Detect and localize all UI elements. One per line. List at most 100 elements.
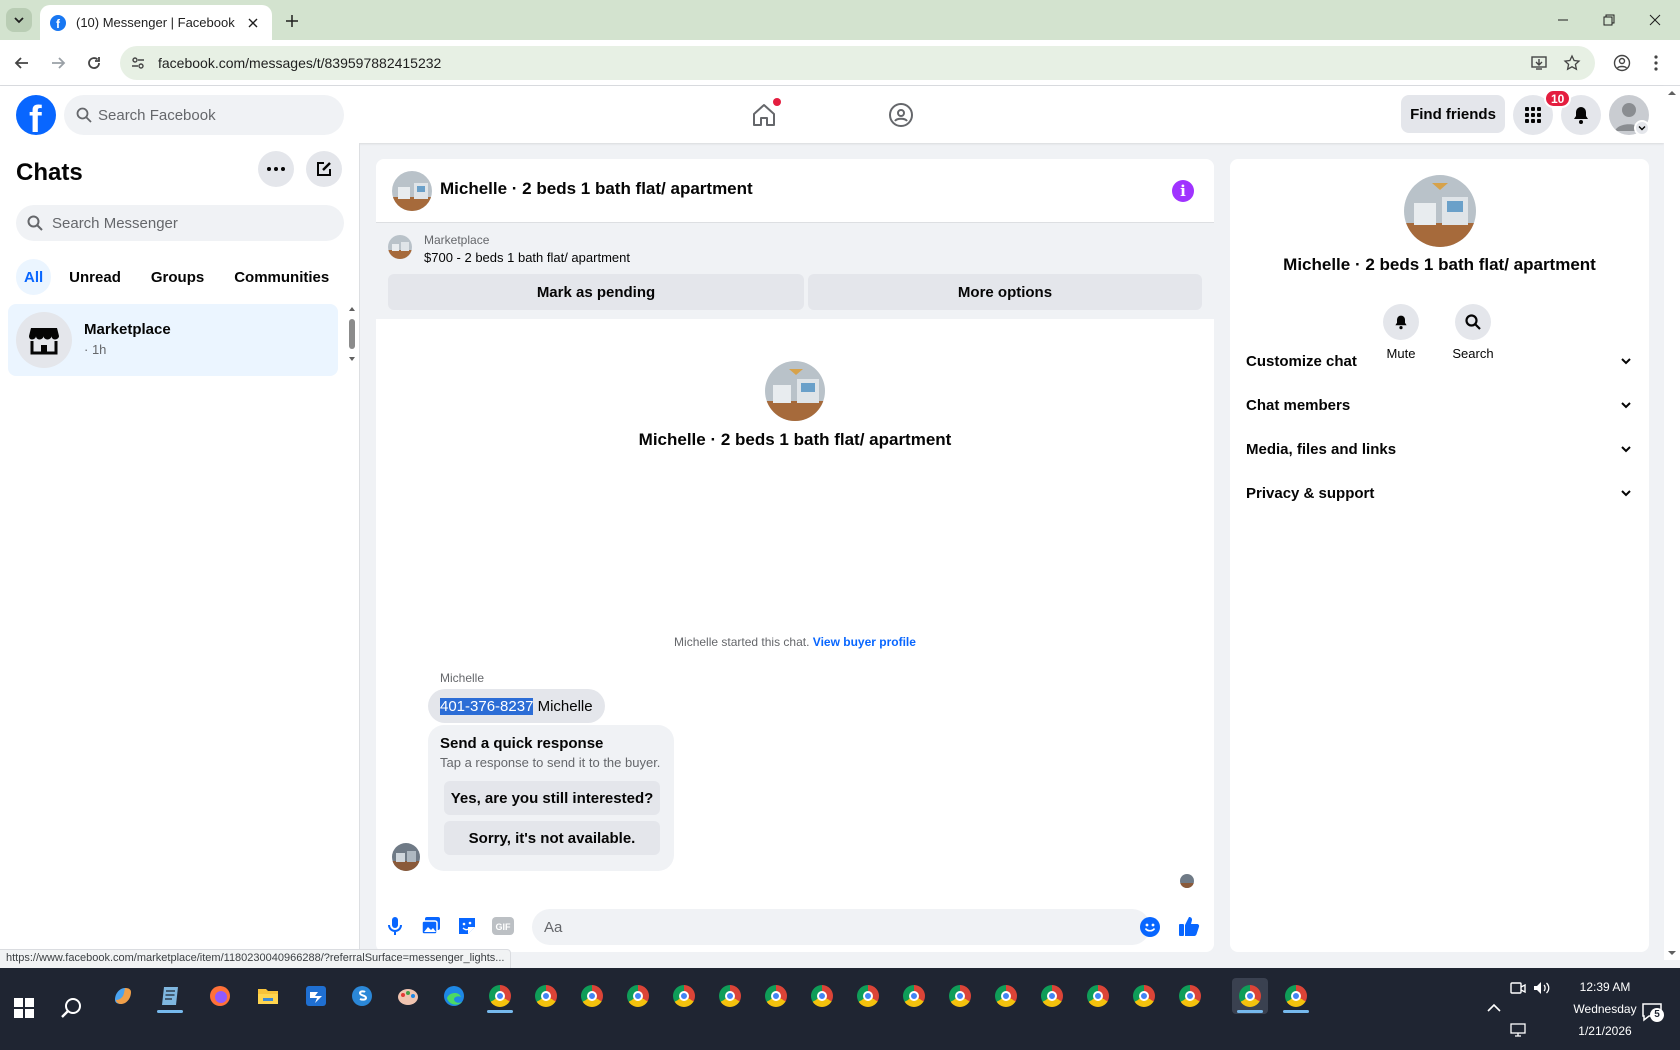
filter-communities[interactable]: Communities: [222, 259, 341, 295]
url-field[interactable]: facebook.com/messages/t/8395978824152​32: [120, 46, 1595, 80]
active-app-indicator: [487, 1010, 513, 1013]
listing-title[interactable]: $700 - 2 beds 1 bath flat/ apartment: [424, 250, 630, 265]
copilot-icon[interactable]: [105, 978, 141, 1014]
restore-icon[interactable]: [1584, 0, 1634, 40]
install-app-icon[interactable]: [1528, 52, 1550, 74]
chrome-icon-focused[interactable]: [1232, 978, 1268, 1014]
link-hover-status-url: https://www.facebook.com/marketplace/ite…: [0, 949, 512, 969]
message-bubble[interactable]: 401-376-8237 Michelle: [428, 689, 605, 723]
browser-tab-messenger[interactable]: f (10) Messenger | Facebook: [40, 5, 272, 40]
skype-icon[interactable]: [344, 978, 380, 1014]
clock-time[interactable]: 12:39 AM: [1560, 980, 1650, 994]
quick-reply-not-available-button[interactable]: Sorry, it's not available.: [444, 821, 660, 855]
messenger-search-input[interactable]: Search Messenger: [16, 205, 344, 241]
view-buyer-profile-link[interactable]: View buyer profile: [813, 635, 916, 649]
listing-thumbnail[interactable]: [388, 235, 412, 259]
photo-attach-icon[interactable]: [420, 915, 442, 937]
sender-avatar[interactable]: [392, 843, 420, 871]
find-friends-button[interactable]: Find friends: [1401, 95, 1505, 133]
microphone-icon[interactable]: [384, 915, 406, 937]
close-tab-icon[interactable]: [244, 14, 262, 32]
chat-list-scrollbar[interactable]: [346, 305, 358, 363]
like-thumb-icon[interactable]: [1178, 915, 1200, 937]
chrome-icon[interactable]: [1126, 978, 1162, 1014]
privacy-support-section[interactable]: Privacy & support: [1246, 473, 1633, 513]
windows-start-icon[interactable]: [6, 990, 42, 1026]
emoji-icon[interactable]: [1140, 917, 1160, 937]
chrome-icon[interactable]: [482, 978, 518, 1014]
page-scrollbar[interactable]: [1664, 86, 1680, 960]
marketplace-store-icon: [16, 312, 72, 368]
facebook-search-placeholder: Search Facebook: [98, 106, 216, 124]
groups-nav-icon[interactable]: [884, 98, 918, 132]
quick-reply-still-interested-button[interactable]: Yes, are you still interested?: [444, 781, 660, 815]
listing-avatar[interactable]: [392, 171, 432, 211]
customize-chat-section[interactable]: Customize chat: [1246, 341, 1633, 381]
filter-unread[interactable]: Unread: [57, 259, 133, 295]
mark-as-pending-button[interactable]: Mark as pending: [388, 274, 804, 310]
chrome-icon[interactable]: [1172, 978, 1208, 1014]
facebook-search-input[interactable]: Search Facebook: [64, 95, 344, 135]
close-window-icon[interactable]: [1630, 0, 1680, 40]
chat-members-section[interactable]: Chat members: [1246, 385, 1633, 425]
edge-icon[interactable]: [436, 978, 472, 1014]
facebook-logo-icon[interactable]: f: [16, 95, 56, 135]
message-input[interactable]: Aa: [532, 909, 1150, 945]
conversation-info-panel: Michelle · 2 beds 1 bath flat/ apartment…: [1230, 159, 1649, 952]
chrome-icon[interactable]: [1278, 978, 1314, 1014]
chrome-icon[interactable]: [850, 978, 886, 1014]
chrome-icon[interactable]: [896, 978, 932, 1014]
info-panel-name: Michelle · 2 beds 1 bath flat/ apartment: [1283, 255, 1596, 274]
site-settings-icon[interactable]: [130, 55, 146, 71]
account-chevron-icon[interactable]: [1634, 120, 1650, 136]
section-label: Media, files and links: [1246, 440, 1397, 458]
conversation-info-icon[interactable]: i: [1172, 180, 1194, 202]
back-arrow-icon[interactable]: [8, 49, 36, 77]
conversation-panel: Michelle · 2 beds 1 bath flat/ apartment…: [376, 159, 1214, 952]
new-tab-icon[interactable]: [281, 10, 303, 32]
bookmark-star-icon[interactable]: [1561, 52, 1583, 74]
firefox-icon[interactable]: [202, 978, 238, 1014]
filter-groups[interactable]: Groups: [139, 259, 216, 295]
notification-count-badge: 10: [1544, 89, 1572, 108]
chrome-icon[interactable]: [712, 978, 748, 1014]
network-icon[interactable]: [1500, 1012, 1536, 1048]
chat-list-item-marketplace[interactable]: Marketplace · 1h: [8, 304, 338, 376]
new-message-icon[interactable]: [306, 151, 342, 187]
conversation-title[interactable]: Michelle · 2 beds 1 bath flat/ apartment: [440, 179, 753, 199]
sticker-icon[interactable]: [456, 915, 478, 937]
chrome-icon[interactable]: [1034, 978, 1070, 1014]
quick-response-card: Send a quick response Tap a response to …: [428, 725, 674, 871]
chrome-icon[interactable]: [528, 978, 564, 1014]
chrome-icon[interactable]: [758, 978, 794, 1014]
home-nav-icon[interactable]: [747, 98, 781, 132]
browser-menu-icon[interactable]: [1645, 52, 1667, 74]
reload-icon[interactable]: [80, 49, 108, 77]
chrome-icon[interactable]: [988, 978, 1024, 1014]
chrome-icon[interactable]: [574, 978, 610, 1014]
chrome-icon[interactable]: [666, 978, 702, 1014]
profile-icon[interactable]: [1611, 52, 1633, 74]
power-automate-icon[interactable]: [298, 978, 334, 1014]
chrome-icon[interactable]: [942, 978, 978, 1014]
paint-app-icon[interactable]: [390, 978, 426, 1014]
marketplace-listing-bar: Marketplace $700 - 2 beds 1 bath flat/ a…: [376, 223, 1214, 319]
chrome-icon[interactable]: [804, 978, 840, 1014]
forward-arrow-icon[interactable]: [44, 49, 72, 77]
chrome-icon[interactable]: [620, 978, 656, 1014]
volume-icon[interactable]: [1524, 970, 1560, 1006]
minimize-icon[interactable]: [1538, 0, 1588, 40]
chats-options-icon[interactable]: [258, 151, 294, 187]
file-explorer-icon[interactable]: [250, 978, 286, 1014]
chrome-icon[interactable]: [1080, 978, 1116, 1014]
more-options-button[interactable]: More options: [808, 274, 1202, 310]
conversation-avatar: [765, 361, 825, 421]
media-files-links-section[interactable]: Media, files and links: [1246, 429, 1633, 469]
notification-center-count: 5: [1650, 1008, 1664, 1022]
filter-all[interactable]: All: [16, 259, 52, 295]
chat-started-text: Michelle started this chat.: [674, 635, 810, 649]
notepad-icon[interactable]: [152, 978, 188, 1014]
windows-search-icon[interactable]: [54, 990, 90, 1026]
tab-search-button[interactable]: [6, 8, 32, 32]
gif-icon[interactable]: GIF: [492, 915, 514, 937]
